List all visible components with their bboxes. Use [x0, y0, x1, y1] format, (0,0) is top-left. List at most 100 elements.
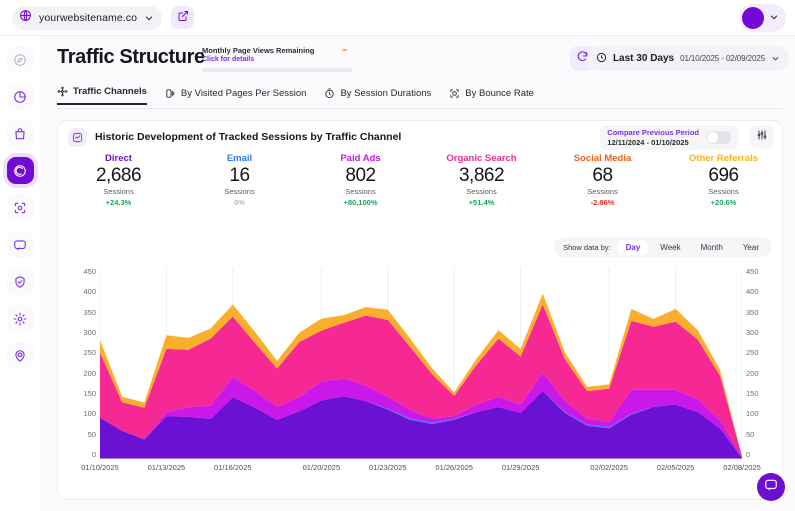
- metric-social-media[interactable]: Social Media 68 Sessions -2.86%: [542, 153, 663, 207]
- app-root: yourwebsitename.co Traffic Structure Mon…: [0, 0, 795, 511]
- y-tick-label: 50: [746, 429, 755, 439]
- y-tick-label: 200: [746, 368, 759, 378]
- sliders-icon: [756, 128, 768, 146]
- stacked-area-plot[interactable]: [99, 267, 743, 460]
- quota-details-link[interactable]: Click for details: [202, 56, 352, 63]
- metric-value: 696: [708, 165, 739, 186]
- pages-icon: [166, 89, 175, 98]
- stopwatch-icon: [325, 88, 335, 99]
- chat-widget-button[interactable]: [757, 473, 785, 501]
- top-bar: yourwebsitename.co: [0, 0, 795, 36]
- account-menu[interactable]: [739, 4, 786, 32]
- tab-label: Traffic Channels: [73, 86, 147, 97]
- metric-unit: Sessions: [224, 187, 255, 196]
- tab-label: By Session Durations: [340, 88, 432, 99]
- y-tick-label: 150: [83, 388, 96, 398]
- y-tick-label: 300: [83, 327, 96, 337]
- compare-previous-period[interactable]: Compare Previous Period 12/11/2024 - 01/…: [600, 125, 738, 150]
- show-data-by-control: Show data by: Day Week Month Year: [554, 237, 772, 257]
- compare-dates: 12/11/2024 - 01/10/2025: [607, 138, 689, 147]
- x-tick-label: 01/20/2025: [302, 463, 341, 472]
- y-tick-label: 400: [83, 287, 96, 297]
- show-data-by-week[interactable]: Week: [651, 240, 689, 255]
- quota-widget[interactable]: Monthly Page Views Remaining Click for d…: [202, 46, 352, 72]
- metric-unit: Sessions: [708, 187, 739, 196]
- tab-by-visited-pages-per-session[interactable]: By Visited Pages Per Session: [165, 88, 307, 105]
- bag-icon: [15, 127, 25, 139]
- compare-label: Compare Previous Period: [607, 128, 699, 137]
- x-tick-label: 01/23/2025: [369, 463, 407, 472]
- compass-icon: [14, 53, 26, 66]
- metric-value: 3,862: [458, 165, 505, 186]
- tab-by-bounce-rate[interactable]: By Bounce Rate: [449, 88, 534, 105]
- metric-paid-ads[interactable]: Paid Ads 802 Sessions +80,100%: [300, 153, 421, 207]
- sidebar-item-dashboard[interactable]: [6, 46, 34, 73]
- sidebar-item-settings[interactable]: [6, 305, 34, 332]
- x-tick-label: 01/13/2025: [147, 463, 186, 472]
- page-content: Traffic Structure Monthly Page Views Rem…: [40, 36, 795, 511]
- metrics-row: Direct 2,686 Sessions +24.3% Email 16 Sessions…: [58, 153, 784, 207]
- metric-label: Social Media: [573, 153, 632, 164]
- metric-delta: 0%: [234, 198, 245, 207]
- chart-settings-button[interactable]: [750, 125, 774, 149]
- show-data-by-day[interactable]: Day: [616, 239, 650, 255]
- sidebar-item-messages[interactable]: [6, 231, 34, 258]
- metric-email[interactable]: Email 16 Sessions 0%: [179, 153, 300, 207]
- chevron-down-icon: [771, 50, 780, 68]
- sidebar-item-traffic[interactable]: [6, 157, 34, 184]
- tab-label: By Visited Pages Per Session: [180, 88, 307, 99]
- show-data-by-month[interactable]: Month: [692, 240, 732, 255]
- globe-icon: [19, 9, 32, 27]
- sidebar-item-ecommerce[interactable]: [6, 120, 34, 147]
- metric-value: 802: [345, 165, 376, 186]
- clock-icon: [596, 50, 607, 68]
- tab-label: By Bounce Rate: [465, 88, 534, 99]
- gear-icon: [13, 312, 27, 325]
- site-selector[interactable]: yourwebsitename.co: [12, 5, 163, 30]
- chart-badge-icon: [68, 128, 87, 147]
- tab-traffic-channels[interactable]: Traffic Channels: [57, 86, 147, 105]
- quota-title: Monthly Page Views Remaining: [202, 46, 315, 55]
- site-name: yourwebsitename.co: [39, 11, 138, 24]
- date-range-dates: 01/10/2025 - 02/09/2025: [680, 54, 765, 63]
- metric-organic-search[interactable]: Organic Search 3,862 Sessions +51.4%: [421, 153, 542, 207]
- show-data-by-year[interactable]: Year: [734, 240, 768, 255]
- share-button[interactable]: [171, 6, 195, 29]
- sidebar-item-audience[interactable]: [6, 194, 34, 221]
- bounce-icon: [450, 89, 459, 98]
- page-header: Traffic Structure Monthly Page Views Rem…: [40, 36, 795, 84]
- sidebar-item-privacy[interactable]: [6, 268, 34, 295]
- sidebar-item-account[interactable]: [6, 342, 34, 369]
- external-link-icon: [177, 9, 189, 27]
- metric-label: Other Referrals: [688, 153, 759, 164]
- y-tick-label: 250: [83, 348, 96, 358]
- date-range-selector[interactable]: Last 30 Days 01/10/2025 - 02/09/2025: [586, 46, 789, 71]
- chat-bubble-icon: [764, 478, 778, 497]
- tab-by-session-durations[interactable]: By Session Durations: [324, 88, 431, 105]
- x-tick-label: 01/10/2025: [81, 463, 119, 472]
- metric-label: Organic Search: [446, 153, 517, 164]
- y-tick-label: 300: [746, 327, 759, 337]
- metric-other-referrals[interactable]: Other Referrals 696 Sessions +20.6%: [663, 153, 784, 207]
- compare-toggle[interactable]: [706, 131, 731, 144]
- metric-label: Direct: [105, 153, 132, 164]
- y-tick-label: 0: [746, 449, 751, 459]
- chevron-down-icon: [769, 9, 779, 27]
- pie-chart-icon: [14, 90, 26, 103]
- y-tick-label: 0: [91, 449, 96, 459]
- metric-delta: -2.86%: [590, 198, 615, 207]
- x-tick-label: 02/05/2025: [656, 463, 695, 472]
- metric-delta: +80,100%: [343, 198, 378, 207]
- y-tick-label: 450: [83, 267, 96, 276]
- shield-icon: [15, 275, 25, 288]
- x-tick-label: 02/08/2025: [723, 463, 761, 472]
- tab-bar: Traffic Channels By Visited Pages Per Ses…: [57, 86, 534, 105]
- metric-delta: +51.4%: [468, 198, 495, 207]
- x-tick-label: 01/29/2025: [501, 463, 540, 472]
- metric-direct[interactable]: Direct 2,686 Sessions +24.3%: [58, 153, 179, 207]
- avatar: [742, 7, 764, 29]
- traffic-spiral-icon: [14, 164, 26, 177]
- y-axis-left: 450 400 350 300 250 200 150 100 50 0: [66, 267, 96, 459]
- quota-value: ∞: [342, 47, 347, 54]
- sidebar-item-analytics[interactable]: [6, 83, 34, 110]
